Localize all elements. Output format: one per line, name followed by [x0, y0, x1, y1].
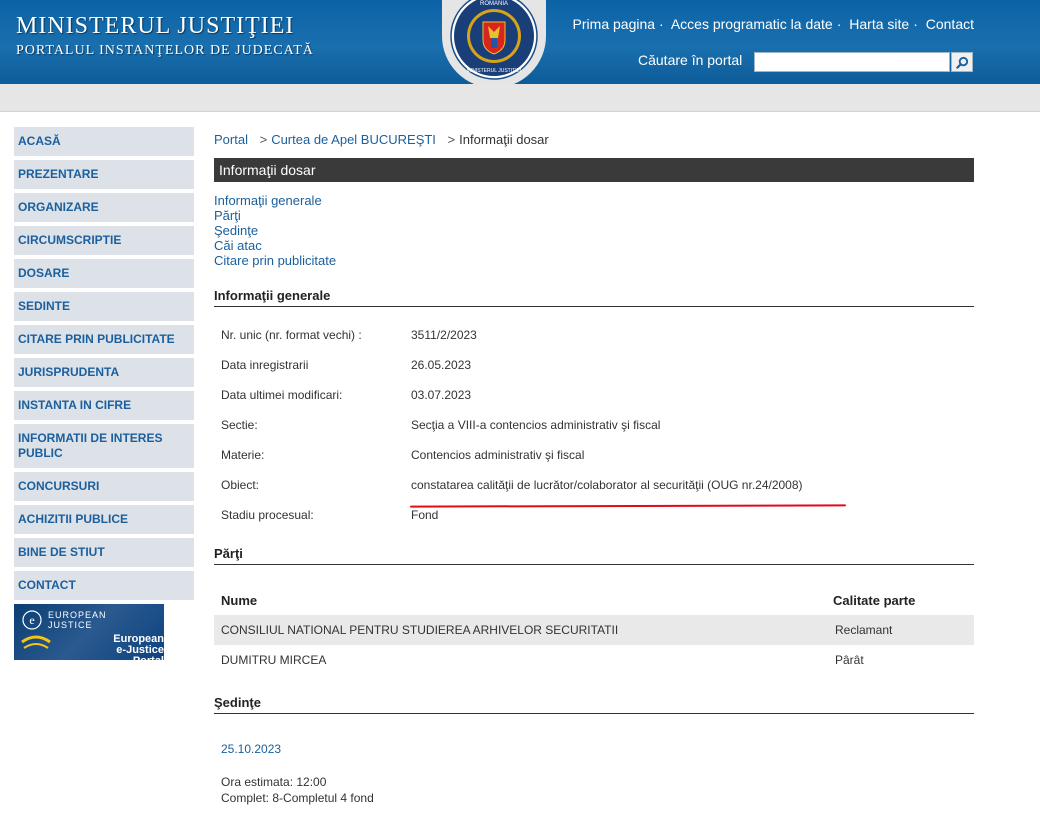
sidebar-item-instanta-in-cifre[interactable]: INSTANTA IN CIFRE: [14, 391, 194, 420]
search-label: Căutare în portal: [638, 52, 743, 68]
sidebar-item-prezentare[interactable]: PREZENTARE: [14, 160, 194, 189]
sidebar-item-bine-de-stiut[interactable]: BINE DE STIUT: [14, 538, 194, 567]
parti-table-header: Nume Calitate parte: [214, 593, 974, 615]
top-links: Prima pagina · Acces programatic la date ·…: [573, 16, 974, 32]
info-label: Obiect:: [221, 478, 260, 492]
parti-calitate: Reclamant: [835, 623, 893, 637]
breadcrumb-separator: >: [447, 132, 456, 147]
svg-text:e: e: [29, 613, 34, 627]
sidebar-item-organizare[interactable]: ORGANIZARE: [14, 193, 194, 222]
top-link-contact[interactable]: Contact: [926, 16, 974, 32]
info-row-materie: Materie: Contencios administrativ şi fis…: [214, 448, 974, 478]
breadcrumb-curtea-de-apel[interactable]: Curtea de Apel BUCUREŞTI: [271, 132, 436, 147]
parti-nume: CONSILIUL NATIONAL PENTRU STUDIEREA ARHI…: [221, 623, 619, 637]
info-value: Fond: [411, 508, 439, 522]
sedinta-ora: Ora estimata: 12:00: [221, 775, 327, 789]
info-row-obiect: Obiect: constatarea calităţii de lucrăto…: [214, 478, 974, 508]
link-citare-prin-publicitate[interactable]: Citare prin publicitate: [214, 253, 974, 268]
sidebar-item-concursuri[interactable]: CONCURSURI: [14, 472, 194, 501]
top-link-separator: ·: [913, 16, 918, 32]
sidebar-item-acasa[interactable]: ACASĂ: [14, 127, 194, 156]
info-value: 26.05.2023: [411, 358, 472, 372]
section-title-informatii-generale: Informaţii generale: [214, 288, 974, 307]
info-row-nr-unic: Nr. unic (nr. format vechi) : 3511/2/202…: [214, 328, 974, 358]
table-row: CONSILIUL NATIONAL PENTRU STUDIEREA ARHI…: [214, 615, 974, 645]
info-label: Sectie:: [221, 418, 258, 432]
info-value: Secţia a VIII-a contencios administrativ…: [411, 418, 661, 432]
table-row: DUMITRU MIRCEA Pârât: [214, 645, 974, 675]
parti-header-calitate: Calitate parte: [833, 593, 916, 608]
breadcrumb-current: Informaţii dosar: [459, 132, 549, 147]
ejustice-line1: EUROPEAN: [48, 610, 107, 620]
ejustice-line4: e-Justice Portal: [116, 644, 164, 661]
sidebar-item-sedinte[interactable]: SEDINTE: [14, 292, 194, 321]
info-row-stadiu-procesual: Stadiu procesual: Fond: [214, 508, 974, 538]
info-value: constatarea calităţii de lucrător/colabo…: [411, 478, 803, 492]
section-title-sedinte: Şedinţe: [214, 695, 974, 714]
ministry-emblem-icon: ROMANIA MINISTERUL JUSTIŢIEI: [450, 0, 538, 80]
sedinta-date[interactable]: 25.10.2023: [214, 742, 974, 756]
info-label: Data inregistrarii: [221, 358, 309, 372]
sedinta-complet: Complet: 8-Completul 4 fond: [221, 791, 374, 805]
top-link-separator: ·: [659, 16, 664, 32]
parti-nume: DUMITRU MIRCEA: [221, 653, 327, 667]
link-informatii-generale[interactable]: Informaţii generale: [214, 193, 974, 208]
info-label: Data ultimei modificari:: [221, 388, 343, 402]
link-sedinte[interactable]: Şedinţe: [214, 223, 974, 238]
info-row-sectie: Sectie: Secţia a VIII-a contencios admin…: [214, 418, 974, 448]
info-value: 03.07.2023: [411, 388, 472, 402]
ejustice-line2: JUSTICE: [48, 620, 93, 630]
section-links: Informaţii generale Părţi Şedinţe Căi at…: [214, 193, 974, 268]
sidebar-item-citare-prin-publicitate[interactable]: CITARE PRIN PUBLICITATE: [14, 325, 194, 354]
sidebar-item-circumscriptie[interactable]: CIRCUMSCRIPTIE: [14, 226, 194, 255]
sidebar-item-achizitii-publice[interactable]: ACHIZITII PUBLICE: [14, 505, 194, 534]
info-row-data-inregistrarii: Data inregistrarii 26.05.2023: [214, 358, 974, 388]
info-label: Nr. unic (nr. format vechi) :: [221, 328, 362, 342]
header-subbar: [0, 84, 1040, 112]
sidebar-item-contact[interactable]: CONTACT: [14, 571, 194, 600]
search-input[interactable]: [754, 52, 950, 72]
parti-header-nume: Nume: [221, 593, 258, 608]
top-link-separator: ·: [836, 16, 842, 32]
emblem-text-bottom: MINISTERUL JUSTIŢIEI: [467, 68, 522, 74]
info-label: Materie:: [221, 448, 265, 462]
info-label: Stadiu procesual:: [221, 508, 314, 522]
top-link-prima-pagina[interactable]: Prima pagina: [573, 16, 656, 32]
emblem-text-top: ROMANIA: [480, 1, 508, 7]
search-button[interactable]: [951, 52, 973, 72]
search-icon: [955, 56, 968, 69]
emblem-frame: ROMANIA MINISTERUL JUSTIŢIEI: [442, 0, 546, 88]
main-content: Portal > Curtea de Apel BUCUREŞTI > Inform…: [214, 124, 974, 806]
sidebar-item-dosare[interactable]: DOSARE: [14, 259, 194, 288]
breadcrumb: Portal > Curtea de Apel BUCUREŞTI > Inform…: [214, 124, 974, 154]
link-cai-atac[interactable]: Căi atac: [214, 238, 974, 253]
site-title[interactable]: MINISTERUL JUSTIŢIEI: [16, 13, 294, 40]
info-row-data-ultimei-modificari: Data ultimei modificari: 03.07.2023: [214, 388, 974, 418]
breadcrumb-portal[interactable]: Portal: [214, 132, 248, 147]
info-value: Contencios administrativ şi fiscal: [411, 448, 585, 462]
site-subtitle[interactable]: PORTALUL INSTANŢELOR DE JUDECATĂ: [16, 43, 314, 59]
info-value: 3511/2/2023: [411, 328, 477, 342]
sedinta-details: Ora estimata: 12:00 Complet: 8-Completul…: [214, 774, 974, 806]
parti-calitate: Pârât: [835, 653, 864, 667]
top-link-harta-site[interactable]: Harta site: [849, 16, 909, 32]
sidebar-nav: ACASĂ PREZENTARE ORGANIZARE CIRCUMSCRIPT…: [10, 124, 194, 660]
sidebar-item-informatii-de-interes-public[interactable]: INFORMATII DE INTERES PUBLIC: [14, 424, 194, 468]
section-title-parti: Părţi: [214, 546, 974, 565]
ejustice-portal-banner[interactable]: e EUROPEANJUSTICE Europeane-Justice Port…: [14, 604, 164, 660]
page-title: Informaţii dosar: [214, 158, 974, 182]
link-parti[interactable]: Părţi: [214, 208, 974, 223]
sidebar-item-jurisprudenta[interactable]: JURISPRUDENTA: [14, 358, 194, 387]
top-link-acces-programatic[interactable]: Acces programatic la date: [671, 16, 833, 32]
breadcrumb-separator: >: [259, 132, 268, 147]
